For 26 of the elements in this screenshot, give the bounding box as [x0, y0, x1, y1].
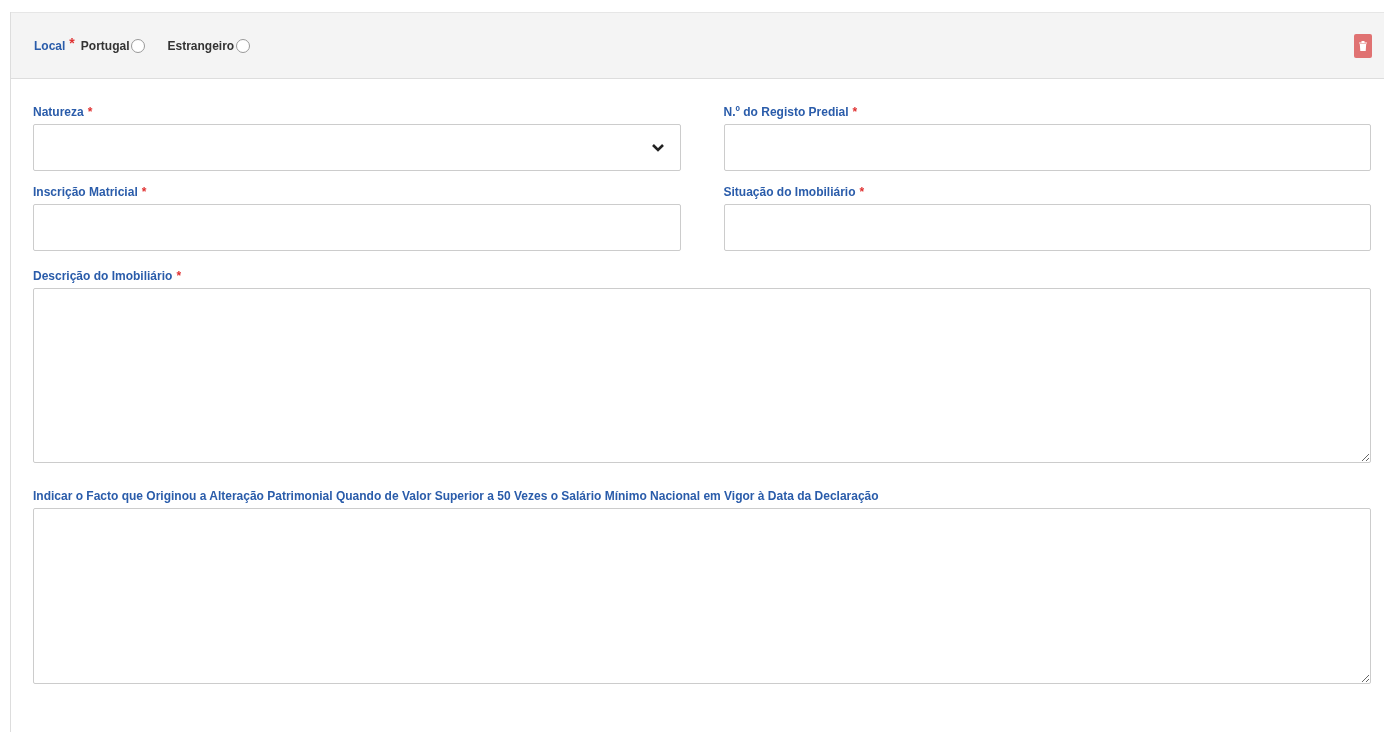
trash-icon	[1359, 40, 1367, 51]
delete-button[interactable]	[1354, 33, 1372, 58]
input-field[interactable]	[723, 204, 1371, 251]
required-mark: *	[852, 105, 858, 119]
input-field[interactable]	[33, 204, 681, 251]
field-label: Indicar o Facto que Originou a Alteração Patrimonial Quando de Valor Superior a 50 Vezes o Salário Mínimo Nacional em Vigor à Data da Declaração	[33, 489, 879, 503]
required-mark: *	[87, 105, 93, 119]
field-label: Local	[34, 38, 66, 53]
text-area[interactable]	[33, 508, 1371, 684]
required-mark: *	[176, 269, 182, 283]
chevron-down-icon	[651, 143, 664, 153]
field-label: Inscrição Matricial	[33, 185, 138, 199]
input-field[interactable]	[723, 124, 1371, 171]
required-mark: *	[859, 185, 865, 199]
field-label: Natureza	[33, 105, 84, 119]
radio-label: Estrangeiro	[167, 38, 235, 53]
field-label: Situação do Imobiliário	[723, 185, 856, 199]
required-mark: *	[69, 34, 75, 51]
text-area[interactable]	[33, 288, 1371, 463]
field-label: N.º do Registo Predial	[723, 105, 849, 119]
required-mark: *	[141, 185, 147, 199]
field-label: Descrição do Imobiliário	[33, 269, 173, 283]
select-field[interactable]	[33, 124, 681, 171]
radio-button[interactable]	[131, 38, 146, 53]
radio-button[interactable]	[236, 38, 251, 53]
radio-label: Portugal	[80, 38, 130, 53]
